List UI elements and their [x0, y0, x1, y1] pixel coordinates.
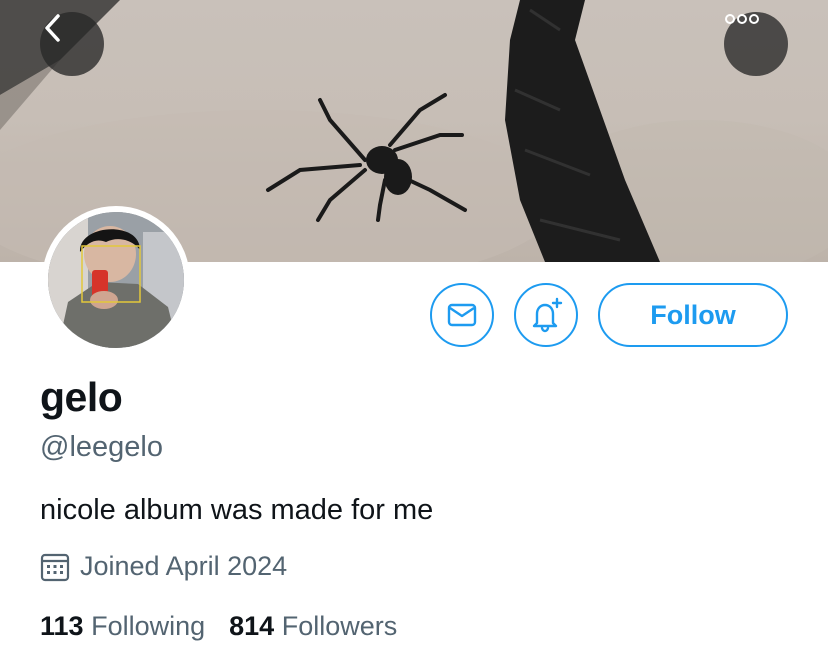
joined-date: Joined April 2024: [40, 551, 287, 582]
more-dots-icon: [725, 14, 759, 24]
avatar[interactable]: [42, 206, 190, 354]
following-count: 113: [40, 611, 84, 641]
following-label: Following: [91, 611, 206, 641]
following-link[interactable]: 113 Following: [40, 611, 205, 642]
bell-plus-icon: [532, 297, 563, 333]
follow-button[interactable]: Follow: [598, 283, 788, 347]
message-button[interactable]: [430, 283, 494, 347]
follow-stats: 113 Following 814 Followers: [40, 611, 397, 642]
back-button[interactable]: [40, 12, 104, 76]
calendar-icon: [40, 553, 70, 581]
more-options-button[interactable]: [724, 12, 788, 76]
followers-label: Followers: [281, 611, 398, 641]
bio: nicole album was made for me: [40, 494, 434, 526]
notifications-button[interactable]: [514, 283, 578, 347]
followers-link[interactable]: 814 Followers: [229, 611, 397, 642]
user-handle: @leegelo: [40, 431, 163, 463]
avatar-photo: [48, 212, 184, 348]
joined-text: Joined April 2024: [80, 551, 288, 581]
display-name: gelo: [40, 374, 123, 420]
followers-count: 814: [229, 611, 275, 641]
chevron-left-icon: [45, 14, 60, 42]
envelope-icon: [447, 303, 477, 327]
